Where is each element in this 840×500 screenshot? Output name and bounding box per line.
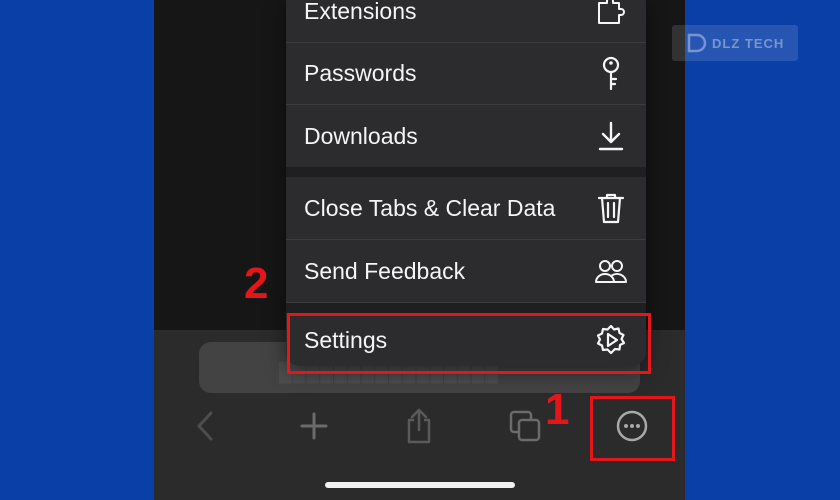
menu-item-label: Downloads bbox=[304, 122, 418, 149]
tabs-icon bbox=[509, 410, 541, 442]
menu-item-passwords[interactable]: Passwords bbox=[286, 43, 646, 105]
menu-item-label: Extensions bbox=[304, 0, 417, 24]
menu-separator bbox=[286, 167, 646, 177]
home-indicator bbox=[325, 482, 515, 488]
trash-icon bbox=[594, 191, 628, 225]
key-icon bbox=[594, 56, 628, 91]
menu-item-close-tabs-clear-data[interactable]: Close Tabs & Clear Data bbox=[286, 177, 646, 240]
step-number-2: 2 bbox=[244, 259, 269, 308]
share-icon bbox=[407, 408, 431, 444]
menu-item-label: Send Feedback bbox=[304, 257, 466, 284]
back-button[interactable] bbox=[176, 398, 236, 454]
share-button[interactable] bbox=[389, 398, 449, 454]
menu-item-extensions[interactable]: Extensions bbox=[286, 0, 646, 43]
puzzle-icon bbox=[594, 0, 628, 28]
menu-item-label: Passwords bbox=[304, 60, 417, 86]
back-icon bbox=[197, 411, 213, 441]
browser-menu: Extensions Passwords Downloads Close Tab… bbox=[286, 0, 646, 366]
menu-item-label: Close Tabs & Clear Data bbox=[304, 194, 556, 221]
more-button-highlight-box bbox=[590, 396, 675, 461]
new-tab-button[interactable] bbox=[284, 398, 344, 454]
settings-highlight-box bbox=[287, 313, 651, 374]
step-number-1: 1 bbox=[545, 385, 570, 434]
new-tab-icon bbox=[300, 412, 328, 440]
people-icon bbox=[594, 254, 628, 288]
menu-item-send-feedback[interactable]: Send Feedback bbox=[286, 240, 646, 303]
watermark-text: DLZ TECH bbox=[712, 35, 785, 51]
menu-item-downloads[interactable]: Downloads bbox=[286, 105, 646, 167]
logo-icon bbox=[687, 33, 707, 53]
download-icon bbox=[594, 119, 628, 153]
watermark-logo: DLZ TECH bbox=[672, 25, 798, 61]
